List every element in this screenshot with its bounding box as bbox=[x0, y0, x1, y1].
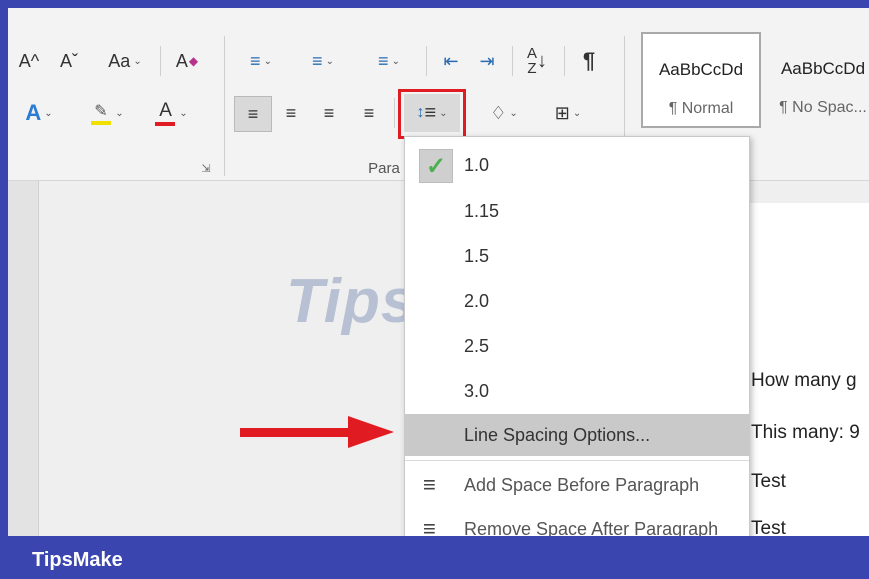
bullets-icon: ≡ bbox=[250, 50, 261, 71]
style-label: ¶ No Spac... bbox=[779, 99, 867, 116]
text-effects-button[interactable]: A ⌄ bbox=[18, 98, 60, 128]
style-label: ¶ Normal bbox=[668, 100, 734, 117]
increase-indent-icon: ⇥ bbox=[479, 50, 495, 71]
change-case-button[interactable]: Aa ⌄ bbox=[100, 46, 150, 76]
divider bbox=[564, 46, 565, 76]
multilevel-list-icon: ≡ bbox=[378, 50, 389, 71]
paragraph-group-label: Para bbox=[368, 159, 400, 177]
line-spacing-menu: ✓ 1.0 1.15 1.5 2.0 2.5 3.0 Line Spacing … bbox=[404, 136, 750, 536]
decrease-indent-button[interactable]: ⇤ bbox=[436, 46, 466, 76]
chevron-down-icon: ⌄ bbox=[179, 107, 188, 119]
chevron-down-icon: ⌄ bbox=[509, 107, 518, 119]
chevron-down-icon: ⌄ bbox=[115, 107, 124, 119]
highlight-color-button[interactable]: ✎ ⌄ bbox=[82, 98, 132, 128]
footer-brand: TipsMake bbox=[32, 549, 123, 571]
menu-item-2-5[interactable]: 2.5 bbox=[405, 326, 749, 366]
chevron-down-icon: ⌄ bbox=[391, 55, 400, 67]
eraser-icon: ◆ bbox=[188, 54, 199, 68]
sort-az-icon: AZ bbox=[526, 45, 537, 77]
style-preview: AaBbCcDd bbox=[658, 60, 744, 79]
divider bbox=[160, 46, 161, 76]
font-dialog-launcher-icon[interactable]: ⇲ bbox=[198, 160, 214, 176]
menu-item-remove-space-after[interactable]: ≡ Remove Space After Paragraph bbox=[405, 509, 749, 536]
divider bbox=[512, 46, 513, 76]
menu-item-1-15[interactable]: 1.15 bbox=[405, 191, 749, 231]
menu-divider bbox=[405, 460, 749, 461]
numbering-button[interactable]: ≡ ⌄ bbox=[298, 46, 348, 76]
style-no-spacing[interactable]: AaBbCcDd ¶ No Spac... bbox=[762, 32, 869, 126]
align-right-button[interactable]: ≡ bbox=[314, 98, 344, 128]
align-center-button[interactable]: ≡ bbox=[276, 98, 306, 128]
align-left-icon: ≡ bbox=[247, 103, 259, 124]
sort-button[interactable]: A Z ↓ bbox=[520, 44, 554, 78]
chevron-down-icon: ⌄ bbox=[44, 107, 53, 119]
multilevel-list-button[interactable]: ≡ ⌄ bbox=[364, 46, 414, 76]
paint-bucket-icon: ♢ bbox=[490, 102, 507, 123]
numbering-icon: ≡ bbox=[312, 50, 323, 71]
justify-button[interactable]: ≡ bbox=[354, 98, 384, 128]
menu-item-1-0[interactable]: ✓ 1.0 bbox=[405, 145, 749, 185]
highlighter-icon: ✎ bbox=[90, 101, 112, 125]
increase-indent-button[interactable]: ⇥ bbox=[472, 46, 502, 76]
menu-item-1-5[interactable]: 1.5 bbox=[405, 236, 749, 276]
menu-item-line-spacing-options[interactable]: Line Spacing Options... bbox=[405, 414, 749, 456]
checkmark-icon: ✓ bbox=[419, 149, 453, 183]
remove-space-after-icon: ≡ bbox=[423, 516, 436, 536]
bullets-button[interactable]: ≡ ⌄ bbox=[236, 46, 286, 76]
font-color-icon: A bbox=[154, 100, 176, 126]
chevron-down-icon: ⌄ bbox=[263, 55, 272, 67]
add-space-before-icon: ≡ bbox=[423, 472, 436, 497]
align-left-button[interactable]: ≡ bbox=[234, 96, 272, 132]
decrease-indent-icon: ⇤ bbox=[443, 50, 459, 71]
menu-item-3-0[interactable]: 3.0 bbox=[405, 371, 749, 411]
text-effects-icon: A bbox=[25, 100, 42, 125]
borders-icon: ⊞ bbox=[554, 102, 570, 123]
pilcrow-icon: ¶ bbox=[582, 48, 596, 73]
document-line[interactable]: This many: 9 bbox=[751, 422, 860, 444]
group-divider bbox=[224, 36, 225, 176]
document-line[interactable]: Test bbox=[751, 471, 786, 493]
align-right-icon: ≡ bbox=[323, 102, 335, 123]
justify-icon: ≡ bbox=[363, 102, 375, 123]
clear-formatting-button[interactable]: A ◆ bbox=[170, 46, 204, 76]
chevron-down-icon: ⌄ bbox=[133, 55, 142, 67]
divider bbox=[394, 98, 395, 128]
document-line[interactable]: How many g bbox=[751, 370, 857, 392]
align-center-icon: ≡ bbox=[285, 102, 297, 123]
grow-font-button[interactable]: A^ bbox=[14, 46, 44, 76]
style-preview: AaBbCcDd bbox=[780, 59, 866, 78]
footer-bar: TipsMake bbox=[0, 538, 869, 579]
borders-button[interactable]: ⊞ ⌄ bbox=[542, 98, 594, 128]
shading-button[interactable]: ♢ ⌄ bbox=[478, 98, 530, 128]
line-spacing-highlight-box bbox=[398, 89, 466, 139]
menu-item-2-0[interactable]: 2.0 bbox=[405, 281, 749, 321]
red-arrow-icon bbox=[240, 416, 394, 448]
word-window: A^ Aˇ Aa ⌄ A ◆ A ⌄ ✎ ⌄ A ⌄ ⇲ ≡ ⌄ ≡ ⌄ ≡ ⌄ ⇤ ⇥ A… bbox=[8, 8, 869, 536]
document-line[interactable]: Test bbox=[751, 518, 786, 536]
font-color-button[interactable]: A ⌄ bbox=[146, 98, 196, 128]
style-normal[interactable]: AaBbCcDd ¶ Normal bbox=[641, 32, 761, 128]
show-formatting-button[interactable]: ¶ bbox=[574, 46, 604, 76]
chevron-down-icon: ⌄ bbox=[325, 55, 334, 67]
divider bbox=[426, 46, 427, 76]
shrink-font-button[interactable]: Aˇ bbox=[54, 46, 84, 76]
chevron-down-icon: ⌄ bbox=[572, 107, 582, 119]
menu-item-add-space-before[interactable]: ≡ Add Space Before Paragraph bbox=[405, 465, 749, 505]
